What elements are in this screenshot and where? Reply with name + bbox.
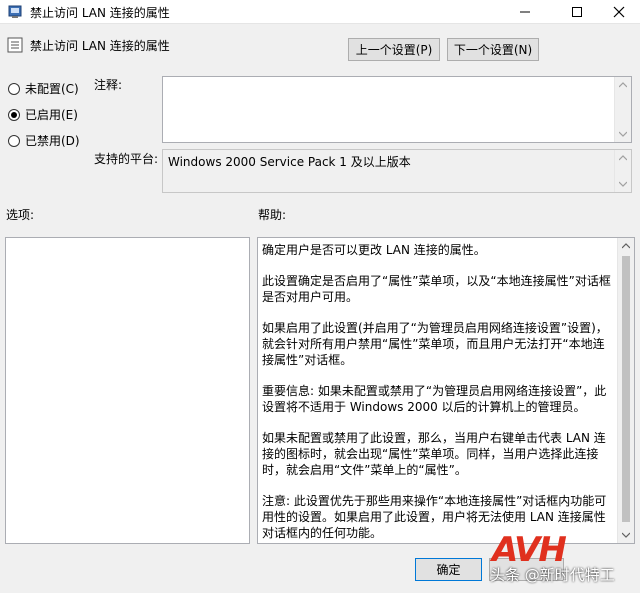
comment-scrollbar[interactable] — [614, 77, 631, 142]
ok-button[interactable]: 确定 — [415, 558, 482, 581]
comment-textarea[interactable] — [162, 76, 632, 143]
previous-setting-button[interactable]: 上一个设置(P) — [348, 38, 440, 61]
scroll-down-button[interactable] — [615, 126, 631, 142]
help-paragraph: 重要信息: 如果未配置或禁用了“为管理员启用网络连接设置”，此设置将不适用于 W… — [262, 384, 607, 414]
maximize-icon — [572, 7, 582, 17]
help-scrollbar[interactable] — [617, 238, 634, 543]
close-button[interactable] — [596, 0, 640, 24]
radio-label: 未配置(C) — [25, 82, 79, 96]
chevron-up-icon — [619, 82, 627, 88]
scroll-down-button[interactable] — [615, 176, 631, 192]
comment-label: 注释: — [94, 78, 123, 92]
watermark-text: 头条 @新时代特工 — [490, 566, 615, 584]
radio-label: 已启用(E) — [25, 108, 78, 122]
options-pane[interactable] — [5, 237, 250, 544]
chevron-down-icon — [619, 131, 627, 137]
platform-field: Windows 2000 Service Pack 1 及以上版本 — [162, 149, 632, 193]
radio-selected-dot — [11, 111, 17, 118]
help-text: 确定用户是否可以更改 LAN 连接的属性。 此设置确定是否启用了“属性”菜单项，… — [262, 242, 616, 543]
maximize-button[interactable] — [554, 0, 600, 24]
help-pane[interactable]: 确定用户是否可以更改 LAN 连接的属性。 此设置确定是否启用了“属性”菜单项，… — [257, 237, 635, 544]
next-setting-button[interactable]: 下一个设置(N) — [447, 38, 539, 61]
close-icon — [613, 6, 625, 18]
help-paragraph: 如果启用了此设置(并启用了“为管理员启用网络连接设置”设置)，就会针对所有用户禁… — [262, 321, 608, 367]
chevron-up-icon — [622, 243, 630, 249]
help-paragraph: 确定用户是否可以更改 LAN 连接的属性。 — [262, 243, 486, 257]
radio-not-configured[interactable]: 未配置(C) — [8, 80, 79, 97]
title-bar: 禁止访问 LAN 连接的属性 — [0, 0, 640, 24]
help-label: 帮助: — [258, 208, 287, 222]
radio-enabled[interactable]: 已启用(E) — [8, 106, 78, 123]
chevron-up-icon — [619, 155, 627, 161]
window-title: 禁止访问 LAN 连接的属性 — [30, 6, 170, 20]
minimize-icon — [520, 11, 530, 13]
policy-window-icon — [8, 5, 22, 18]
radio-label: 已禁用(D) — [25, 134, 80, 148]
platform-value: Windows 2000 Service Pack 1 及以上版本 — [168, 155, 411, 169]
watermark: AVH 头条 @新时代特工 — [484, 530, 634, 590]
radio-button[interactable] — [8, 108, 20, 121]
scroll-thumb[interactable] — [622, 256, 630, 522]
scroll-up-button[interactable] — [615, 77, 631, 93]
platform-scrollbar[interactable] — [614, 150, 631, 192]
policy-setting-icon — [7, 37, 23, 53]
policy-name: 禁止访问 LAN 连接的属性 — [30, 39, 170, 53]
radio-button[interactable] — [8, 134, 20, 147]
platform-label: 支持的平台: — [94, 152, 159, 166]
options-label: 选项: — [6, 208, 35, 222]
help-paragraph: 如果未配置或禁用了此设置，那么，当用户右键单击代表 LAN 连接的图标时，就会出… — [262, 431, 606, 477]
radio-button[interactable] — [8, 82, 20, 95]
help-paragraph: 此设置确定是否启用了“属性”菜单项，以及“本地连接属性”对话框是否对用户可用。 — [262, 274, 611, 304]
radio-disabled[interactable]: 已禁用(D) — [8, 132, 80, 149]
minimize-button[interactable] — [502, 0, 548, 24]
scroll-up-button[interactable] — [615, 150, 631, 166]
chevron-down-icon — [619, 181, 627, 187]
scroll-up-button[interactable] — [618, 238, 634, 254]
